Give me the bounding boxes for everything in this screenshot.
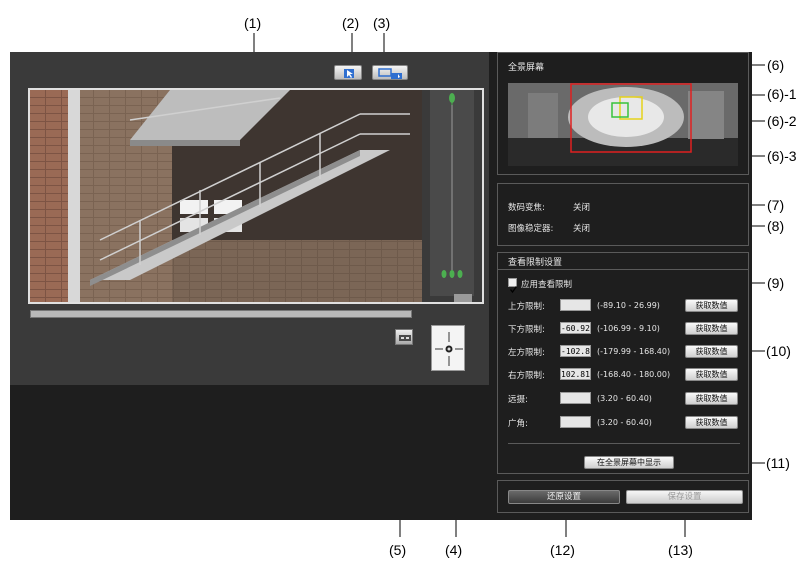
get-value-button[interactable]: 获取数值 — [685, 345, 738, 358]
top-limit-field[interactable] — [560, 299, 591, 311]
pan-tilt-control[interactable] — [431, 325, 465, 371]
callout-12: (12) — [550, 542, 575, 558]
digital-zoom-value: 关闭 — [573, 203, 591, 213]
row-label: 下方限制: — [508, 325, 545, 335]
row-range: (-179.99 - 168.40) — [597, 347, 671, 356]
callout-6-1: (6)-1 — [767, 86, 797, 102]
panorama-toggle-button[interactable] — [395, 329, 413, 345]
bottom-limit-field[interactable]: -60.92 — [560, 322, 591, 334]
panorama-preview — [508, 83, 738, 166]
row-range: (3.20 - 60.40) — [597, 418, 652, 427]
digital-zoom-label: 数码变焦: — [508, 203, 545, 213]
row-label: 上方限制: — [508, 302, 545, 312]
get-value-button[interactable]: 获取数值 — [685, 322, 738, 335]
callout-11: (11) — [766, 455, 790, 471]
apply-restriction-label: 应用查看限制 — [521, 280, 573, 290]
apply-restriction-checkbox[interactable] — [508, 278, 518, 294]
callout-9: (9) — [767, 275, 785, 291]
wide-trees-icon — [441, 270, 463, 278]
footer-panel: 还原设置 保存设置 — [497, 480, 749, 513]
callout-7: (7) — [767, 197, 785, 213]
row-range: (-89.10 - 26.99) — [597, 301, 660, 310]
panorama-image[interactable] — [508, 83, 738, 166]
get-value-button[interactable]: 获取数值 — [685, 392, 738, 405]
row-label: 远摄: — [508, 395, 528, 405]
row-range: (-168.40 - 180.00) — [597, 370, 671, 379]
pointer-tool-button[interactable] — [334, 65, 362, 80]
view-restriction-title: 查看限制设置 — [508, 258, 563, 268]
staircase-scene — [30, 90, 482, 302]
callout-2: (2) — [342, 15, 360, 31]
get-value-button[interactable]: 获取数值 — [685, 368, 738, 381]
row-range: (3.20 - 60.40) — [597, 394, 652, 403]
callout-6: (6) — [767, 57, 785, 73]
get-value-button[interactable]: 获取数值 — [685, 416, 738, 429]
wide-limit-field[interactable] — [560, 416, 591, 428]
show-in-panorama-button[interactable]: 在全景屏幕中显示 — [584, 456, 674, 469]
frame-select-icon — [378, 68, 402, 79]
save-settings-button[interactable]: 保存设置 — [626, 490, 743, 504]
row-range: (-106.99 - 9.10) — [597, 324, 660, 333]
callout-10: (10) — [766, 343, 791, 359]
row-label: 左方限制: — [508, 348, 545, 358]
left-limit-field[interactable]: -102.81 — [560, 345, 591, 357]
callout-13: (13) — [668, 542, 693, 558]
frame-tool-button[interactable] — [372, 65, 408, 80]
live-video-image[interactable] — [28, 88, 484, 304]
panorama-icon — [399, 335, 411, 341]
view-restriction-panel: 查看限制设置 应用查看限制 上方限制: (-89.10 - 26.99) 获取数… — [497, 252, 749, 474]
callout-8: (8) — [767, 218, 785, 234]
divider — [508, 443, 740, 444]
cursor-icon — [344, 69, 354, 78]
viewer-area — [10, 52, 489, 385]
row-label: 广角: — [508, 419, 528, 429]
callout-5: (5) — [389, 542, 407, 558]
row-label: 右方限制: — [508, 371, 545, 381]
crosshair-icon — [435, 332, 463, 366]
tele-limit-field[interactable] — [560, 392, 591, 404]
tele-tree-icon — [449, 93, 455, 105]
stabilizer-label: 图像稳定器: — [508, 224, 554, 234]
checkmark-icon — [509, 286, 518, 294]
restore-settings-button[interactable]: 还原设置 — [508, 490, 620, 504]
panorama-panel: 全景屏幕 — [497, 52, 749, 175]
panorama-title: 全景屏幕 — [508, 63, 545, 73]
zoom-slider[interactable] — [430, 90, 474, 296]
callout-6-2: (6)-2 — [767, 113, 797, 129]
divider — [498, 269, 748, 270]
get-value-button[interactable]: 获取数值 — [685, 299, 738, 312]
callout-4: (4) — [445, 542, 463, 558]
callout-6-3: (6)-3 — [767, 148, 797, 164]
camera-settings-window: 全景屏幕 数码变焦: 关闭 图像稳定器: 关闭 查看限制设置 应用查看限制 上方… — [10, 52, 752, 520]
right-limit-field[interactable]: 102.81 — [560, 368, 591, 380]
horizontal-scrollbar[interactable] — [30, 310, 412, 318]
status-panel: 数码变焦: 关闭 图像稳定器: 关闭 — [497, 183, 749, 246]
zoom-reset-button[interactable] — [454, 294, 472, 302]
stabilizer-value: 关闭 — [573, 224, 591, 234]
callout-3: (3) — [373, 15, 391, 31]
zoom-scale — [441, 93, 463, 278]
callout-1: (1) — [244, 15, 262, 31]
